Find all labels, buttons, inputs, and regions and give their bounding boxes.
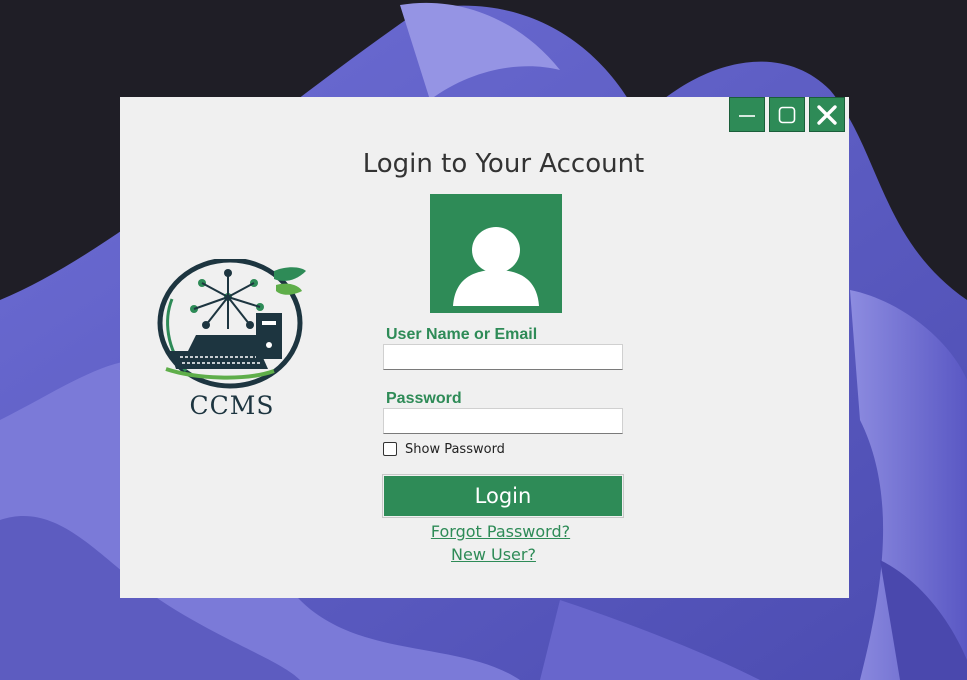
user-avatar (430, 194, 562, 313)
username-input[interactable] (383, 344, 623, 370)
show-password-label[interactable]: Show Password (405, 442, 505, 457)
password-label: Password (386, 390, 462, 407)
show-password-checkbox[interactable] (383, 442, 397, 456)
maximize-icon (778, 106, 796, 123)
new-user-link[interactable]: New User? (120, 545, 867, 564)
login-window: Login to Your Account CCMS User Name or … (120, 97, 849, 598)
close-icon (817, 104, 837, 125)
username-label: User Name or Email (386, 326, 538, 343)
maximize-button[interactable] (769, 97, 805, 132)
close-button[interactable] (809, 97, 845, 132)
logo-text: CCMS (189, 391, 275, 420)
login-button[interactable]: Login (382, 474, 624, 518)
minimize-button[interactable] (729, 97, 765, 132)
forgot-password-link[interactable]: Forgot Password? (120, 522, 881, 541)
minimize-icon (739, 114, 755, 117)
page-title: Login to Your Account (362, 149, 645, 179)
password-input[interactable] (383, 408, 623, 434)
user-avatar-icon (453, 227, 539, 306)
